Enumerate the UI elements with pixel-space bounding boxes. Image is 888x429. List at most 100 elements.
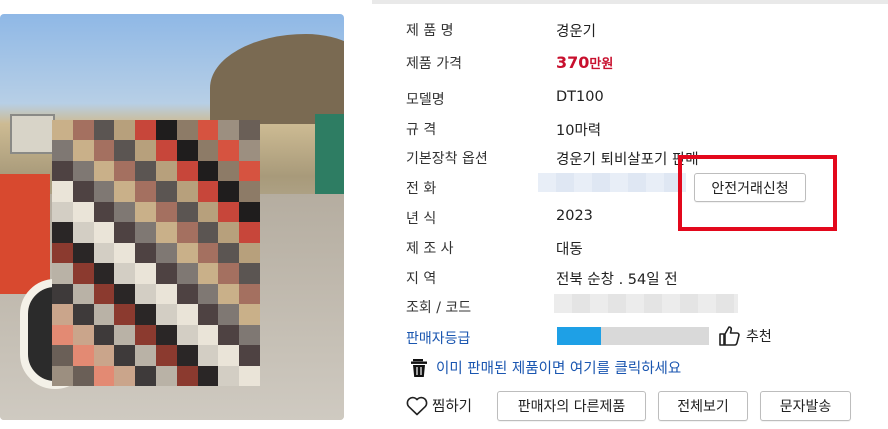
- mosaic-cell: [176, 242, 198, 264]
- mosaic-cell: [218, 263, 240, 284]
- mosaic-cell: [72, 140, 94, 161]
- mosaic-cell: [114, 181, 136, 202]
- photo-red-machine: [0, 174, 50, 294]
- mosaic-cell: [93, 140, 115, 161]
- mosaic-cell: [239, 263, 260, 284]
- mosaic-cell: [176, 201, 198, 223]
- mosaic-cell: [135, 283, 156, 305]
- mosaic-cell: [197, 263, 219, 284]
- mosaic-cell: [176, 263, 198, 284]
- mosaic-cell: [52, 345, 73, 366]
- mosaic-cell: [135, 181, 156, 202]
- mosaic-cell: [239, 181, 260, 202]
- mosaic-cell: [52, 242, 73, 264]
- label-seller-grade: 판매자등급: [406, 331, 471, 347]
- mosaic-cell: [218, 365, 240, 386]
- mosaic-cell: [239, 222, 260, 243]
- value-year: 2023: [556, 208, 593, 224]
- mosaic-cell: [197, 283, 219, 305]
- mosaic-cell: [52, 324, 73, 346]
- mosaic-cell: [52, 140, 73, 161]
- mosaic-cell: [135, 160, 156, 182]
- mosaic-cell: [197, 345, 219, 366]
- mosaic-cell: [155, 263, 177, 284]
- label-views-code: 조회 / 코드: [406, 300, 472, 316]
- mosaic-cell: [52, 304, 73, 325]
- mosaic-cell: [93, 222, 115, 243]
- price-unit: 만원: [589, 57, 614, 72]
- mosaic-cell: [52, 365, 73, 386]
- mosaic-cell: [218, 345, 240, 366]
- label-phone: 전 화: [406, 181, 437, 197]
- recommend-button[interactable]: 추천: [718, 325, 772, 347]
- mosaic-cell: [72, 324, 94, 346]
- seller-grade-fill: [557, 327, 602, 345]
- mosaic-cell: [218, 242, 240, 264]
- label-spec: 규 격: [406, 122, 437, 138]
- top-divider: [372, 0, 888, 4]
- mosaic-cell: [93, 283, 115, 305]
- mosaic-cell: [239, 120, 260, 141]
- mosaic-cell: [239, 140, 260, 161]
- mosaic-cell: [155, 201, 177, 223]
- mosaic-cell: [135, 242, 156, 264]
- mosaic-cell: [114, 160, 136, 182]
- mosaic-cell: [93, 324, 115, 346]
- mosaic-cell: [135, 201, 156, 223]
- mosaic-cell: [93, 120, 115, 141]
- mosaic-cell: [218, 201, 240, 223]
- mosaic-cell: [239, 242, 260, 264]
- label-options: 기본장착 옵션: [406, 151, 488, 167]
- mosaic-cell: [114, 304, 136, 325]
- mosaic-cell: [218, 160, 240, 182]
- sold-notice-link[interactable]: 이미 판매된 제품이면 여기를 클릭하세요: [410, 357, 681, 378]
- wishlist-button[interactable]: 찜하기: [406, 395, 472, 416]
- mosaic-cell: [135, 222, 156, 243]
- value-spec: 10마력: [556, 123, 602, 139]
- views-code-redacted: [554, 294, 738, 313]
- mosaic-cell: [176, 365, 198, 386]
- mosaic-cell: [114, 283, 136, 305]
- recommend-label: 추천: [746, 329, 772, 345]
- mosaic-cell: [93, 365, 115, 386]
- mosaic-cell: [114, 242, 136, 264]
- mosaic-cell: [176, 160, 198, 182]
- mosaic-cell: [239, 365, 260, 386]
- photo-mosaic: [52, 120, 260, 386]
- mosaic-cell: [176, 140, 198, 161]
- mosaic-cell: [52, 181, 73, 202]
- mosaic-cell: [197, 242, 219, 264]
- send-sms-button[interactable]: 문자발송: [760, 391, 851, 421]
- mosaic-cell: [176, 304, 198, 325]
- mosaic-cell: [52, 201, 73, 223]
- value-model: DT100: [556, 89, 604, 105]
- label-price: 제품 가격: [406, 56, 462, 72]
- label-maker: 제 조 사: [406, 241, 454, 257]
- mosaic-cell: [135, 324, 156, 346]
- mosaic-cell: [114, 365, 136, 386]
- view-all-button[interactable]: 전체보기: [658, 391, 748, 421]
- sold-notice-text: 이미 판매된 제품이면 여기를 클릭하세요: [436, 361, 682, 377]
- mosaic-cell: [72, 222, 94, 243]
- mosaic-cell: [72, 365, 94, 386]
- mosaic-cell: [239, 160, 260, 182]
- photo-hill: [210, 34, 344, 124]
- trash-icon: [411, 358, 427, 377]
- mosaic-cell: [155, 242, 177, 264]
- thumbs-up-icon: [719, 326, 740, 346]
- mosaic-cell: [72, 283, 94, 305]
- mosaic-cell: [155, 304, 177, 325]
- product-photo[interactable]: [0, 14, 344, 420]
- mosaic-cell: [197, 160, 219, 182]
- value-price: 370만원: [556, 53, 613, 72]
- mosaic-cell: [239, 304, 260, 325]
- safe-trade-highlight: [678, 155, 837, 231]
- mosaic-cell: [93, 201, 115, 223]
- photo-green-machine: [315, 114, 344, 194]
- mosaic-cell: [114, 324, 136, 346]
- seller-other-products-button[interactable]: 판매자의 다른제품: [497, 391, 646, 421]
- mosaic-cell: [197, 140, 219, 161]
- mosaic-cell: [72, 345, 94, 366]
- mosaic-cell: [239, 201, 260, 223]
- mosaic-cell: [93, 263, 115, 284]
